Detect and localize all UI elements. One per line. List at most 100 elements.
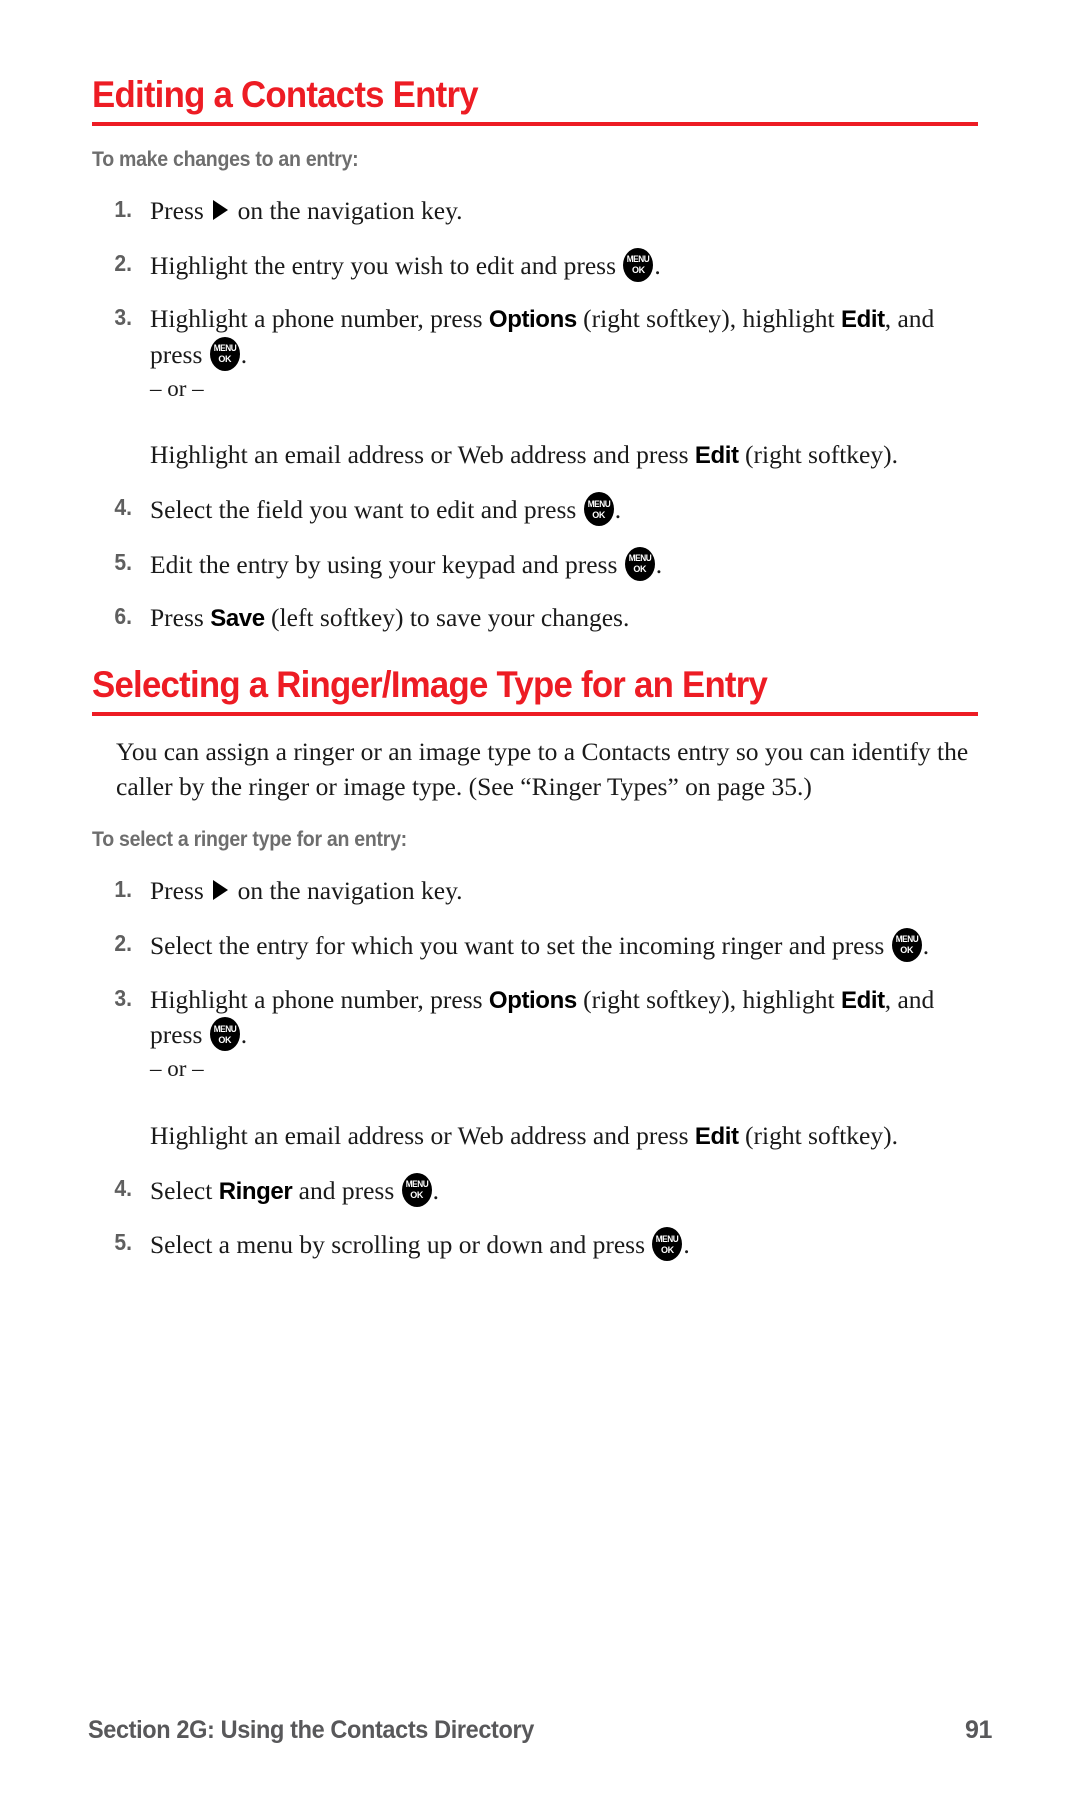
step-number: 2.: [114, 929, 132, 956]
step-text: Select the entry for which you want to s…: [150, 930, 891, 960]
steps-list-ringer: 1. Press on the navigation key. 2. Select t…: [92, 874, 978, 1263]
step-body: Highlight a phone number, press Options …: [150, 304, 978, 469]
step-number: 4.: [114, 494, 132, 521]
heading-block: Editing a Contacts Entry: [92, 74, 978, 126]
step-item: 4. Select Ringer and press MENU OK.: [92, 1172, 978, 1209]
step-body: Highlight a phone number, press Options …: [150, 985, 978, 1150]
step-text: Highlight an email address or Web addres…: [150, 440, 695, 470]
step-text: Highlight a phone number, press: [150, 304, 489, 334]
step-number: 3.: [114, 984, 132, 1011]
alternative-separator: – or –: [150, 1055, 204, 1081]
step-text: Select: [150, 1175, 219, 1205]
manual-page: Editing a Contacts Entry To make changes…: [0, 0, 1080, 1800]
menu-ok-key-top-label: MENU: [405, 1179, 428, 1190]
ui-term-options: Options: [488, 986, 577, 1014]
footer-section-label: Section 2G: Using the Contacts Directory: [88, 1716, 534, 1744]
step-text: (right softkey), highlight: [576, 984, 841, 1014]
step-number: 2.: [114, 249, 132, 276]
step-item: 1. Press on the navigation key.: [92, 194, 978, 229]
step-body: Press on the navigation key.: [150, 196, 463, 225]
menu-ok-key-icon: MENU OK: [624, 546, 655, 581]
heading-block: Selecting a Ringer/Image Type for an Ent…: [92, 664, 978, 716]
subheading-make-changes: To make changes to an entry:: [92, 147, 359, 171]
menu-ok-key-bottom-label: OK: [218, 354, 232, 365]
step-item: 3. Highlight a phone number, press Option…: [92, 983, 978, 1154]
menu-ok-key-top-label: MENU: [656, 1233, 679, 1244]
step-text: Highlight the entry you wish to edit and…: [150, 250, 623, 280]
page-title-selecting-ringer: Selecting a Ringer/Image Type for an Ent…: [92, 664, 768, 705]
menu-ok-key-bottom-label: OK: [631, 265, 645, 276]
step-item: 2. Highlight the entry you wish to edit a…: [92, 247, 978, 284]
step-text: Press: [150, 603, 211, 633]
step-item: 6. Press Save (left softkey) to save your…: [92, 601, 978, 636]
step-item: 5. Edit the entry by using your keypad an…: [92, 546, 978, 583]
menu-ok-key-bottom-label: OK: [900, 945, 914, 956]
step-text: .: [922, 930, 930, 960]
step-text: .: [432, 1175, 440, 1205]
menu-ok-key-bottom-label: OK: [633, 564, 647, 575]
heading-rule: [92, 121, 978, 126]
step-number: 5.: [114, 548, 132, 575]
menu-ok-key-bottom-label: OK: [218, 1034, 232, 1045]
step-item: 4. Select the field you want to edit and …: [92, 492, 978, 528]
step-text: .: [683, 1230, 690, 1260]
step-text: and press: [292, 1175, 401, 1205]
step-body: Highlight the entry you wish to edit and…: [150, 247, 661, 282]
step-item: 5. Select a menu by scrolling up or down …: [92, 1227, 978, 1263]
step-text: Press: [150, 195, 211, 225]
step-item: 2. Select the entry for which you want to…: [92, 927, 978, 964]
step-text: Highlight an email address or Web addres…: [150, 1120, 695, 1150]
step-text: .: [240, 339, 248, 369]
menu-ok-key-icon: MENU OK: [209, 1017, 240, 1052]
navigation-right-arrow-icon: [213, 880, 229, 901]
subheading-select-ringer-type: To select a ringer type for an entry:: [92, 828, 407, 852]
step-body: Edit the entry by using your keypad and …: [150, 546, 663, 581]
menu-ok-key-icon: MENU OK: [583, 492, 614, 527]
menu-ok-key-icon: MENU OK: [652, 1227, 683, 1262]
step-number: 3.: [114, 304, 132, 331]
page-footer: Section 2G: Using the Contacts Directory…: [88, 1716, 992, 1745]
steps-list-editing: 1. Press on the navigation key. 2. Highligh…: [92, 194, 978, 636]
menu-ok-key-bottom-label: OK: [660, 1244, 674, 1255]
ui-term-edit: Edit: [694, 442, 739, 470]
step-number: 1.: [114, 195, 132, 222]
navigation-right-arrow-icon: [213, 199, 229, 220]
ui-term-edit: Edit: [694, 1122, 739, 1150]
ui-term-ringer: Ringer: [218, 1177, 293, 1205]
step-text: .: [240, 1020, 248, 1050]
footer-page-number: 91: [964, 1716, 992, 1744]
menu-ok-key-icon: MENU OK: [623, 247, 654, 282]
step-text: (right softkey).: [738, 1120, 898, 1150]
page-title-editing: Editing a Contacts Entry: [92, 74, 479, 115]
step-body: Select Ringer and press MENU OK.: [150, 1172, 440, 1207]
step-text: Edit the entry by using your keypad and …: [150, 549, 624, 579]
section-editing-a-contacts-entry: Editing a Contacts Entry To make changes…: [92, 74, 978, 636]
menu-ok-key-top-label: MENU: [213, 1023, 237, 1034]
step-text: .: [654, 250, 661, 280]
menu-ok-key-icon: MENU OK: [891, 927, 922, 962]
step-text: on the navigation key.: [231, 876, 463, 906]
menu-ok-key-icon: MENU OK: [209, 336, 240, 371]
menu-ok-key-top-label: MENU: [587, 498, 610, 509]
step-text: Select a menu by scrolling up or down an…: [150, 1230, 652, 1260]
step-body: Select a menu by scrolling up or down an…: [150, 1227, 690, 1262]
step-body: Select the entry for which you want to s…: [150, 927, 930, 962]
menu-ok-key-top-label: MENU: [895, 934, 919, 945]
step-text: .: [614, 495, 622, 525]
menu-ok-key-bottom-label: OK: [592, 509, 606, 520]
heading-rule: [92, 711, 978, 716]
ui-term-options: Options: [488, 306, 577, 334]
section-selecting-a-ringer-image-type: Selecting a Ringer/Image Type for an Ent…: [92, 664, 978, 1263]
ui-term-edit: Edit: [840, 306, 885, 334]
ui-term-save: Save: [210, 605, 265, 633]
step-text: .: [655, 549, 663, 579]
ui-term-edit: Edit: [840, 986, 885, 1014]
step-item: 1. Press on the navigation key.: [92, 874, 978, 909]
step-text: Highlight a phone number, press: [150, 984, 489, 1014]
intro-paragraph: You can assign a ringer or an image type…: [116, 736, 969, 802]
step-text: Select the field you want to edit and pr…: [150, 495, 583, 525]
step-text: on the navigation key.: [231, 195, 463, 225]
step-body: Select the field you want to edit and pr…: [150, 492, 622, 527]
menu-ok-key-top-label: MENU: [627, 254, 650, 265]
menu-ok-key-top-label: MENU: [628, 553, 652, 564]
